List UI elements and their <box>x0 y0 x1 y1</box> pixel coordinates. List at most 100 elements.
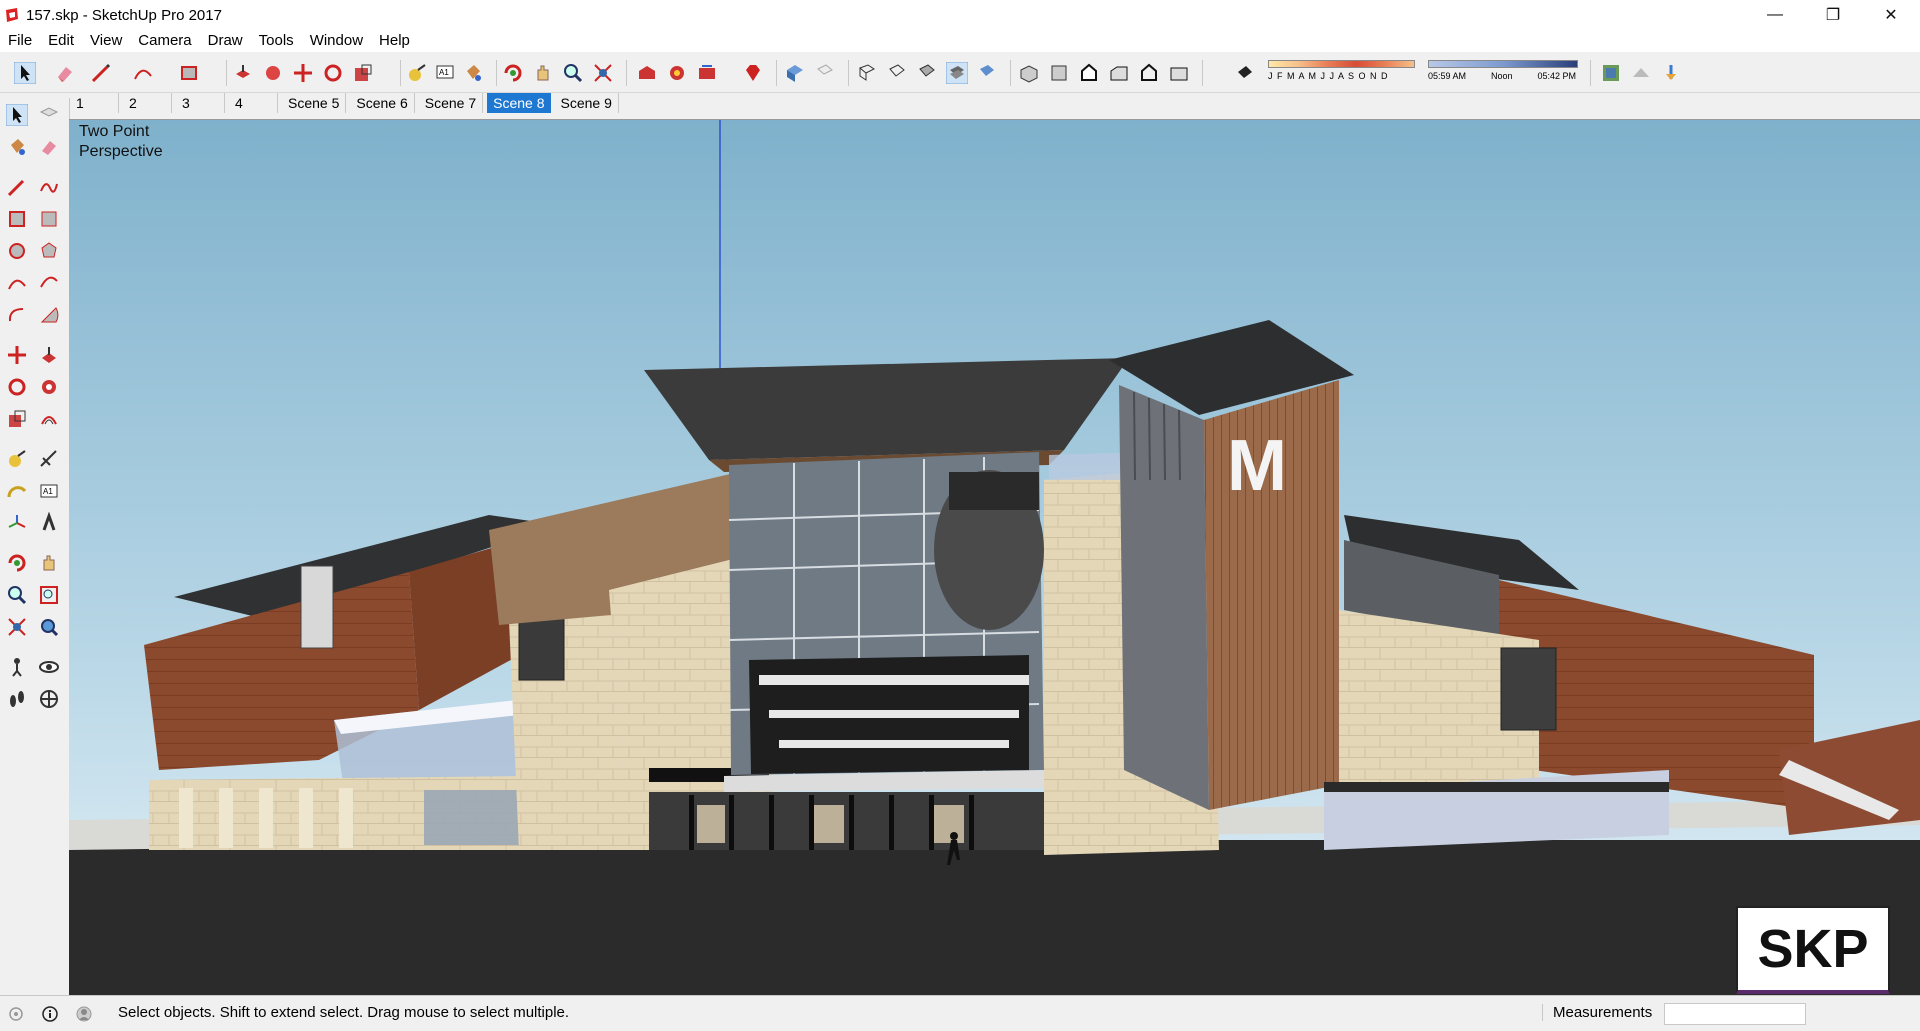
scene-tab-3[interactable]: 3 <box>176 93 225 113</box>
wireframe-style-icon[interactable] <box>886 62 908 84</box>
right-view-icon[interactable] <box>1108 62 1130 84</box>
scene-tab-4[interactable]: 4 <box>229 93 278 113</box>
maximize-button[interactable]: ❐ <box>1804 0 1862 30</box>
scene-tab-6[interactable]: Scene 6 <box>350 93 415 113</box>
follow-me-icon[interactable] <box>262 62 284 84</box>
section-plane-icon[interactable] <box>784 62 806 84</box>
shaded-style-icon[interactable] <box>916 62 938 84</box>
zoom-extents-tool-icon[interactable] <box>6 616 28 638</box>
menu-edit[interactable]: Edit <box>40 30 82 52</box>
xray-style-icon[interactable] <box>856 62 878 84</box>
scene-tab-8[interactable]: Scene 8 <box>487 93 551 113</box>
measurements-input[interactable] <box>1664 1003 1806 1025</box>
text-tool-icon[interactable]: A1 <box>434 62 456 84</box>
back-view-icon[interactable] <box>1138 62 1160 84</box>
front-view-icon[interactable] <box>1078 62 1100 84</box>
pushpull-tool-icon[interactable] <box>38 344 60 366</box>
menu-draw[interactable]: Draw <box>200 30 251 52</box>
rotated-rect-tool-icon[interactable] <box>38 208 60 230</box>
move-icon[interactable] <box>292 62 314 84</box>
model-scene[interactable]: M <box>69 120 1920 996</box>
orbit-icon[interactable] <box>502 62 524 84</box>
push-pull-icon[interactable] <box>232 62 254 84</box>
two-point-arc-tool-icon[interactable] <box>38 272 60 294</box>
top-view-icon[interactable] <box>1048 62 1070 84</box>
pan-icon[interactable] <box>532 62 554 84</box>
menu-view[interactable]: View <box>82 30 130 52</box>
menu-file[interactable]: File <box>0 30 40 52</box>
scene-tab-5[interactable]: Scene 5 <box>282 93 347 113</box>
scale-tool-icon[interactable] <box>6 408 28 430</box>
3d-text-tool-icon[interactable] <box>38 512 60 534</box>
line-tool-icon[interactable] <box>6 176 28 198</box>
arc-tool-icon[interactable] <box>6 272 28 294</box>
tape-tool-icon[interactable] <box>6 448 28 470</box>
protractor-tool-icon[interactable] <box>6 480 28 502</box>
pencil-line-icon[interactable] <box>90 62 112 84</box>
scene-tab-1[interactable]: 1 <box>70 93 119 113</box>
scene-tab-9[interactable]: Scene 9 <box>555 93 619 113</box>
extension-warehouse-icon[interactable] <box>666 62 688 84</box>
user-account-icon[interactable] <box>76 1006 92 1022</box>
date-gradient-bar[interactable] <box>1268 60 1415 68</box>
rotate-icon[interactable] <box>322 62 344 84</box>
info-icon[interactable] <box>42 1006 58 1022</box>
terrain-icon[interactable] <box>1630 62 1652 84</box>
freehand-tool-icon[interactable] <box>38 176 60 198</box>
text-label-tool-icon[interactable]: A1 <box>38 480 60 502</box>
pie-tool-icon[interactable] <box>38 304 60 326</box>
close-button[interactable]: ✕ <box>1862 0 1920 30</box>
component-tool-icon[interactable] <box>38 104 60 126</box>
zoom-extents-icon[interactable] <box>592 62 614 84</box>
followme-tool-icon[interactable] <box>38 376 60 398</box>
zoom-window-tool-icon[interactable] <box>38 584 60 606</box>
scene-tab-7[interactable]: Scene 7 <box>419 93 484 113</box>
position-camera-tool-icon[interactable] <box>6 656 28 678</box>
textured-style-icon[interactable] <box>946 62 968 84</box>
geo-location-icon[interactable] <box>1600 62 1622 84</box>
walk-tool-icon[interactable] <box>6 688 28 710</box>
monochrome-style-icon[interactable] <box>976 62 998 84</box>
arc-icon[interactable] <box>132 62 154 84</box>
pan-tool-icon[interactable] <box>38 552 60 574</box>
offset-tool-icon[interactable] <box>38 408 60 430</box>
section-plane-tool-icon[interactable] <box>38 688 60 710</box>
model-viewport[interactable]: M Two Point Perspective SKP <box>69 119 1920 996</box>
menu-help[interactable]: Help <box>371 30 418 52</box>
share-model-icon[interactable] <box>696 62 718 84</box>
rotate-tool-icon[interactable] <box>6 376 28 398</box>
menu-tools[interactable]: Tools <box>251 30 302 52</box>
eraser-icon[interactable] <box>54 62 76 84</box>
previous-view-tool-icon[interactable] <box>38 616 60 638</box>
paint-bucket-icon[interactable] <box>462 62 484 84</box>
move-tool-icon[interactable] <box>6 344 28 366</box>
select-arrow-icon[interactable] <box>14 62 36 84</box>
tape-measure-icon[interactable] <box>406 62 428 84</box>
add-location-icon[interactable] <box>1660 62 1682 84</box>
zoom-tool-icon[interactable] <box>6 584 28 606</box>
look-around-tool-icon[interactable] <box>38 656 60 678</box>
orbit-tool-icon[interactable] <box>6 552 28 574</box>
iso-view-icon[interactable] <box>1018 62 1040 84</box>
dimension-tool-icon[interactable] <box>38 448 60 470</box>
extension-gem-icon[interactable] <box>742 62 764 84</box>
paint-tool-icon[interactable] <box>6 136 28 158</box>
axes-tool-icon[interactable] <box>6 512 28 534</box>
menu-camera[interactable]: Camera <box>130 30 199 52</box>
menu-window[interactable]: Window <box>302 30 371 52</box>
time-gradient-bar[interactable] <box>1428 60 1578 68</box>
shadows-toggle-icon[interactable] <box>1234 62 1256 84</box>
select-tool-icon[interactable] <box>6 104 28 126</box>
zoom-icon[interactable] <box>562 62 584 84</box>
scale-icon[interactable] <box>352 62 374 84</box>
left-view-icon[interactable] <box>1168 62 1190 84</box>
scene-tab-2[interactable]: 2 <box>123 93 172 113</box>
three-point-arc-tool-icon[interactable] <box>6 304 28 326</box>
circle-tool-icon[interactable] <box>6 240 28 262</box>
geo-status-icon[interactable] <box>8 1006 24 1022</box>
3d-warehouse-icon[interactable] <box>636 62 658 84</box>
minimize-button[interactable]: — <box>1746 0 1804 30</box>
eraser-tool-icon[interactable] <box>38 136 60 158</box>
polygon-tool-icon[interactable] <box>38 240 60 262</box>
shadow-time-slider[interactable]: 05:59 AM Noon 05:42 PM <box>1428 60 1578 81</box>
